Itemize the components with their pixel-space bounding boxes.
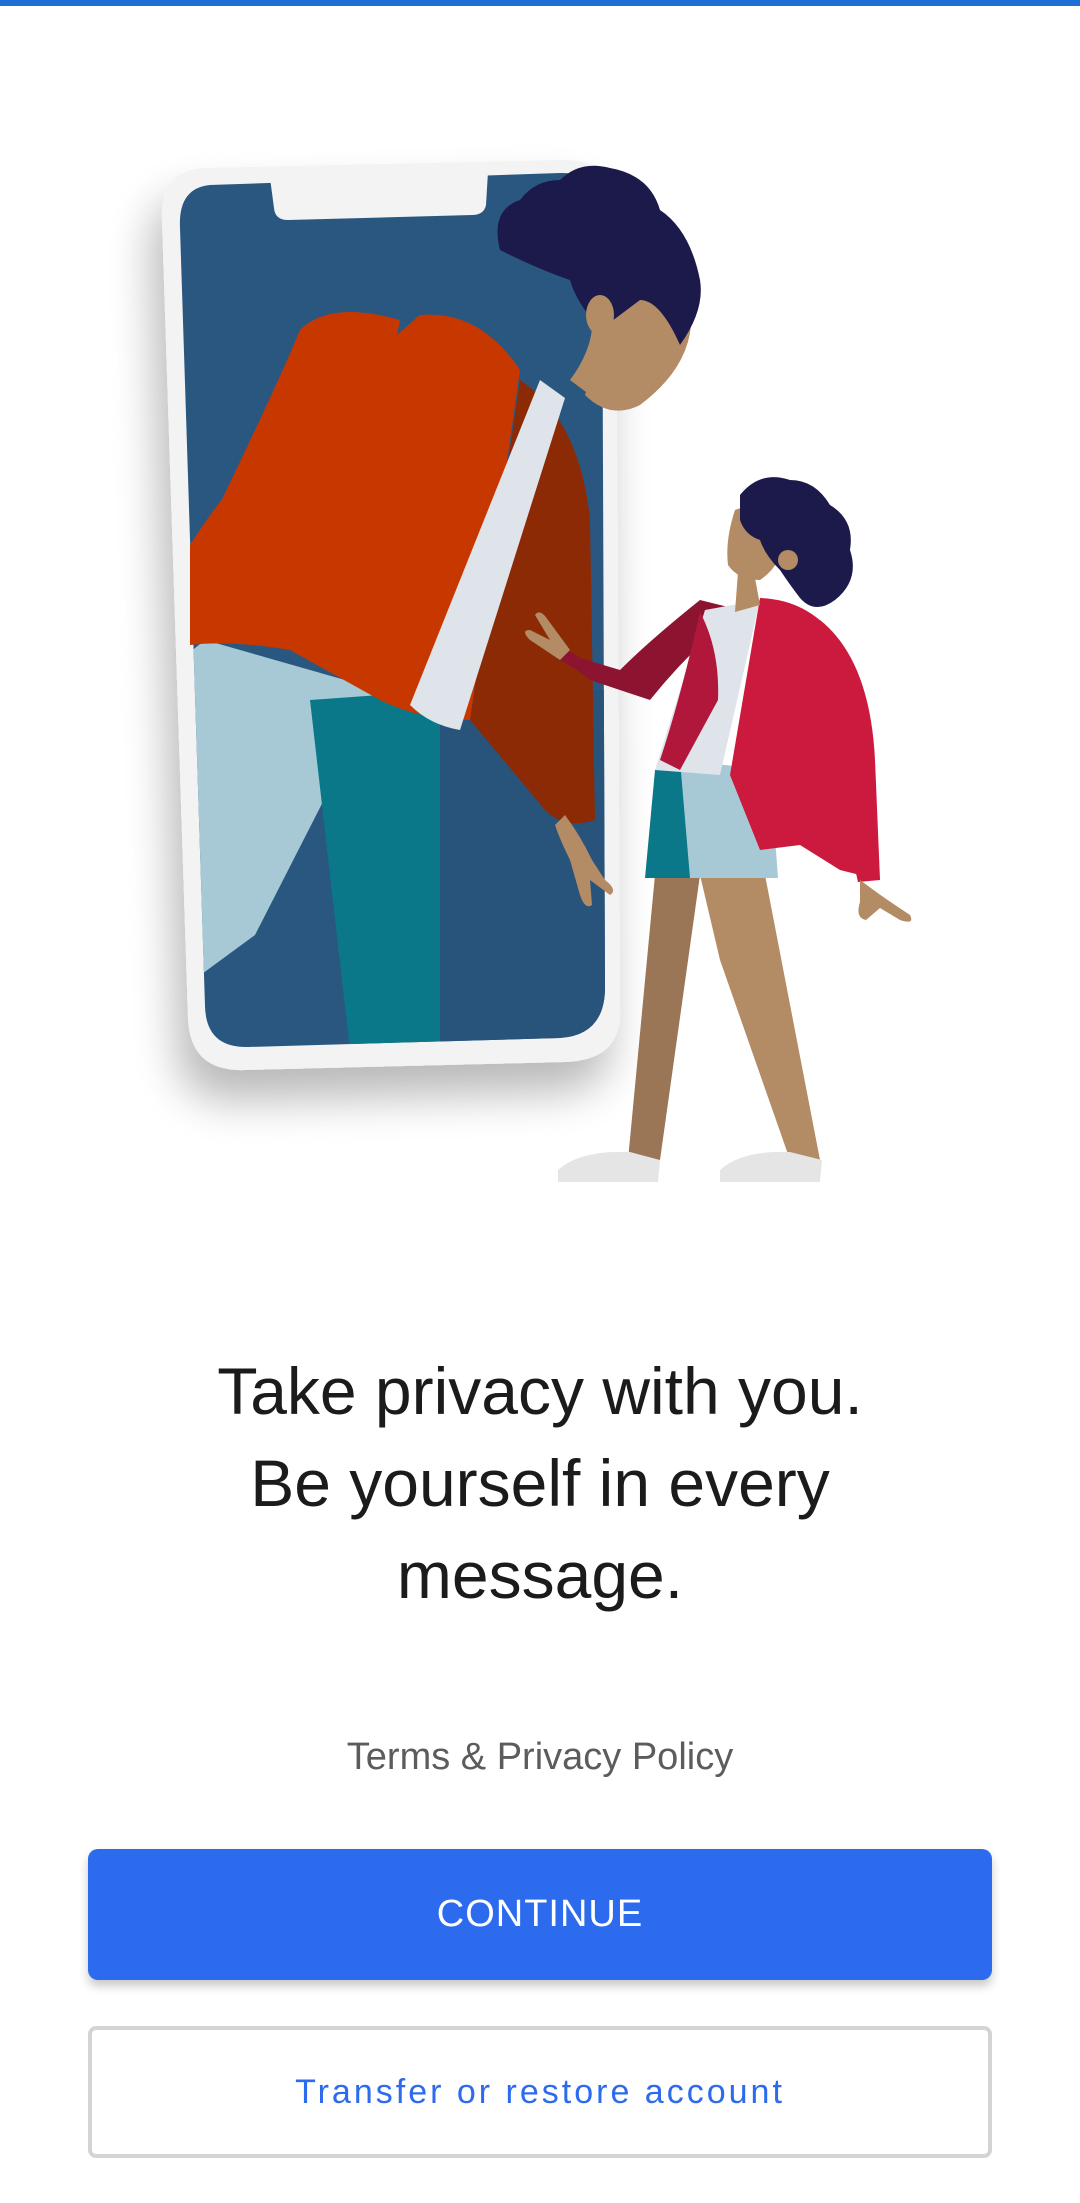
headline-line-1: Take privacy with you. [217,1354,863,1428]
hero-illustration [0,0,1080,1240]
phone-with-people-illustration [161,159,912,1182]
transfer-restore-button[interactable]: Transfer or restore account [88,2026,992,2158]
terms-privacy-link[interactable]: Terms & Privacy Policy [240,1732,840,1782]
headline: Take privacy with you. Be yourself in ev… [90,1345,990,1621]
headline-line-3: message. [396,1538,684,1612]
transfer-restore-button-label: Transfer or restore account [295,2072,785,2111]
welcome-screen: Take privacy with you. Be yourself in ev… [0,0,1080,2203]
headline-line-2: Be yourself in every [250,1446,830,1520]
continue-button[interactable]: CONTINUE [88,1849,992,1980]
continue-button-label: CONTINUE [436,1893,644,1935]
